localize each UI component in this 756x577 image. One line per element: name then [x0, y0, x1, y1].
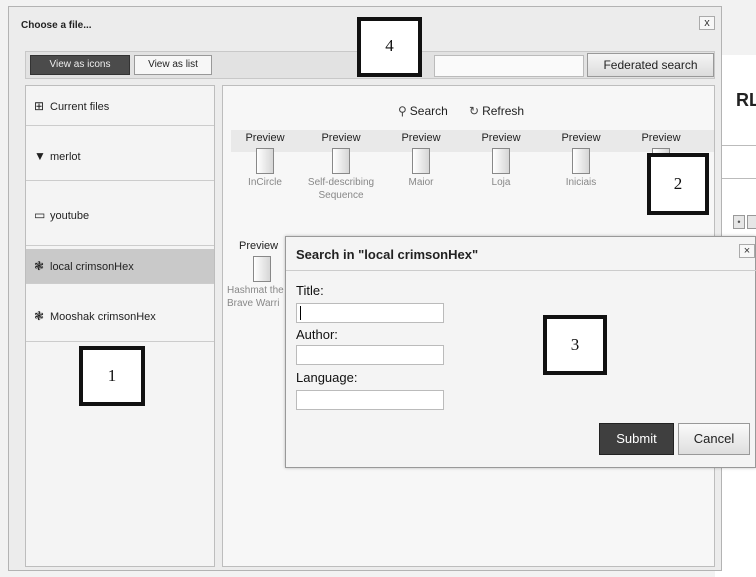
title-input[interactable]	[296, 303, 444, 323]
repository-item[interactable]: ⊞ Current files	[26, 86, 214, 126]
file-icon	[332, 148, 350, 174]
file-icon	[572, 148, 590, 174]
repository-label: Current files	[50, 101, 110, 113]
background-divider	[716, 178, 756, 179]
crimsonhex-icon: ❃	[34, 259, 45, 273]
merlot-icon: ▼	[34, 149, 46, 163]
preview-link[interactable]: Preview	[545, 132, 617, 144]
repository-label: youtube	[50, 210, 90, 222]
view-as-list-button[interactable]: View as list	[134, 55, 212, 75]
repository-list: ⊞ Current files ▼ merlot ▭ youtube ❃ loc…	[25, 85, 215, 567]
refresh-icon: ↻	[469, 104, 480, 118]
repository-item[interactable]: ▼ merlot	[26, 129, 214, 181]
file-name: Hashmat the Brave Warri	[227, 285, 284, 309]
file-item[interactable]: Preview Maior	[385, 132, 457, 189]
file-item[interactable]: Preview Self-describing Sequence	[305, 132, 377, 202]
repository-item[interactable]: ❃ Mooshak crimsonHex	[26, 287, 214, 342]
preview-link[interactable]: Preview	[465, 132, 537, 144]
file-icon	[412, 148, 430, 174]
search-dialog-close-button[interactable]: ×	[739, 244, 755, 258]
callout-3: 3	[543, 315, 607, 375]
preview-link[interactable]: Preview	[223, 240, 287, 252]
file-item[interactable]: Preview Loja	[465, 132, 537, 189]
search-dialog-header: Search in "local crimsonHex"	[286, 237, 756, 271]
file-item[interactable]: Preview InCircle	[229, 132, 301, 189]
author-input[interactable]	[296, 345, 444, 365]
search-icon: ⚲	[398, 104, 407, 118]
background-divider	[716, 145, 756, 146]
file-name: InCircle	[248, 177, 282, 188]
preview-link[interactable]: Preview	[385, 132, 457, 144]
callout-2: 2	[647, 153, 709, 215]
refresh-tool-button[interactable]: ↻ Refresh	[469, 104, 524, 118]
repository-label: merlot	[50, 151, 81, 163]
background-url-label: RL	[736, 90, 756, 110]
cancel-button[interactable]: Cancel	[678, 423, 750, 455]
file-name: Maior	[408, 177, 434, 188]
file-name: Loja	[491, 177, 511, 188]
callout-4: 4	[357, 17, 422, 77]
view-as-icons-button[interactable]: View as icons	[30, 55, 130, 75]
language-input[interactable]	[296, 390, 444, 410]
background-control: •	[733, 215, 745, 229]
file-item[interactable]: Preview Hashmat the Brave Warri	[223, 240, 287, 310]
crimsonhex-icon: ❃	[34, 309, 45, 323]
repository-item-selected[interactable]: ❃ local crimsonHex	[26, 249, 214, 284]
search-dialog-title: Search in "local crimsonHex"	[296, 247, 479, 262]
preview-link[interactable]: Preview	[229, 132, 301, 144]
search-dialog: Search in "local crimsonHex" × Title: Au…	[285, 236, 756, 468]
file-icon	[253, 256, 271, 282]
refresh-tool-label: Refresh	[482, 104, 525, 118]
preview-link[interactable]: Preview	[305, 132, 377, 144]
submit-button[interactable]: Submit	[599, 423, 674, 455]
title-field-label: Title:	[296, 283, 324, 298]
repository-label: Mooshak crimsonHex	[50, 311, 156, 323]
dialog-close-button[interactable]: x	[699, 16, 715, 30]
search-tool-label: Search	[409, 104, 448, 118]
file-item[interactable]: Preview Iniciais	[545, 132, 617, 189]
background-control	[747, 215, 756, 229]
files-icon: ⊞	[34, 99, 45, 113]
dialog-title: Choose a file...	[21, 20, 92, 31]
federated-search-input[interactable]	[434, 55, 584, 77]
preview-link[interactable]: Preview	[625, 132, 697, 144]
file-name: Iniciais	[565, 177, 597, 188]
search-tool-button[interactable]: ⚲ Search	[398, 104, 448, 118]
author-field-label: Author:	[296, 327, 338, 342]
youtube-icon: ▭	[34, 208, 46, 222]
file-name: Self-describing Sequence	[307, 177, 375, 201]
text-cursor	[300, 306, 301, 320]
language-field-label: Language:	[296, 370, 358, 385]
federated-search-button[interactable]: Federated search	[587, 53, 714, 77]
repository-item[interactable]: ▭ youtube	[26, 184, 214, 246]
file-icon	[492, 148, 510, 174]
callout-1: 1	[79, 346, 145, 406]
file-icon	[256, 148, 274, 174]
repository-label: local crimsonHex	[50, 261, 134, 273]
